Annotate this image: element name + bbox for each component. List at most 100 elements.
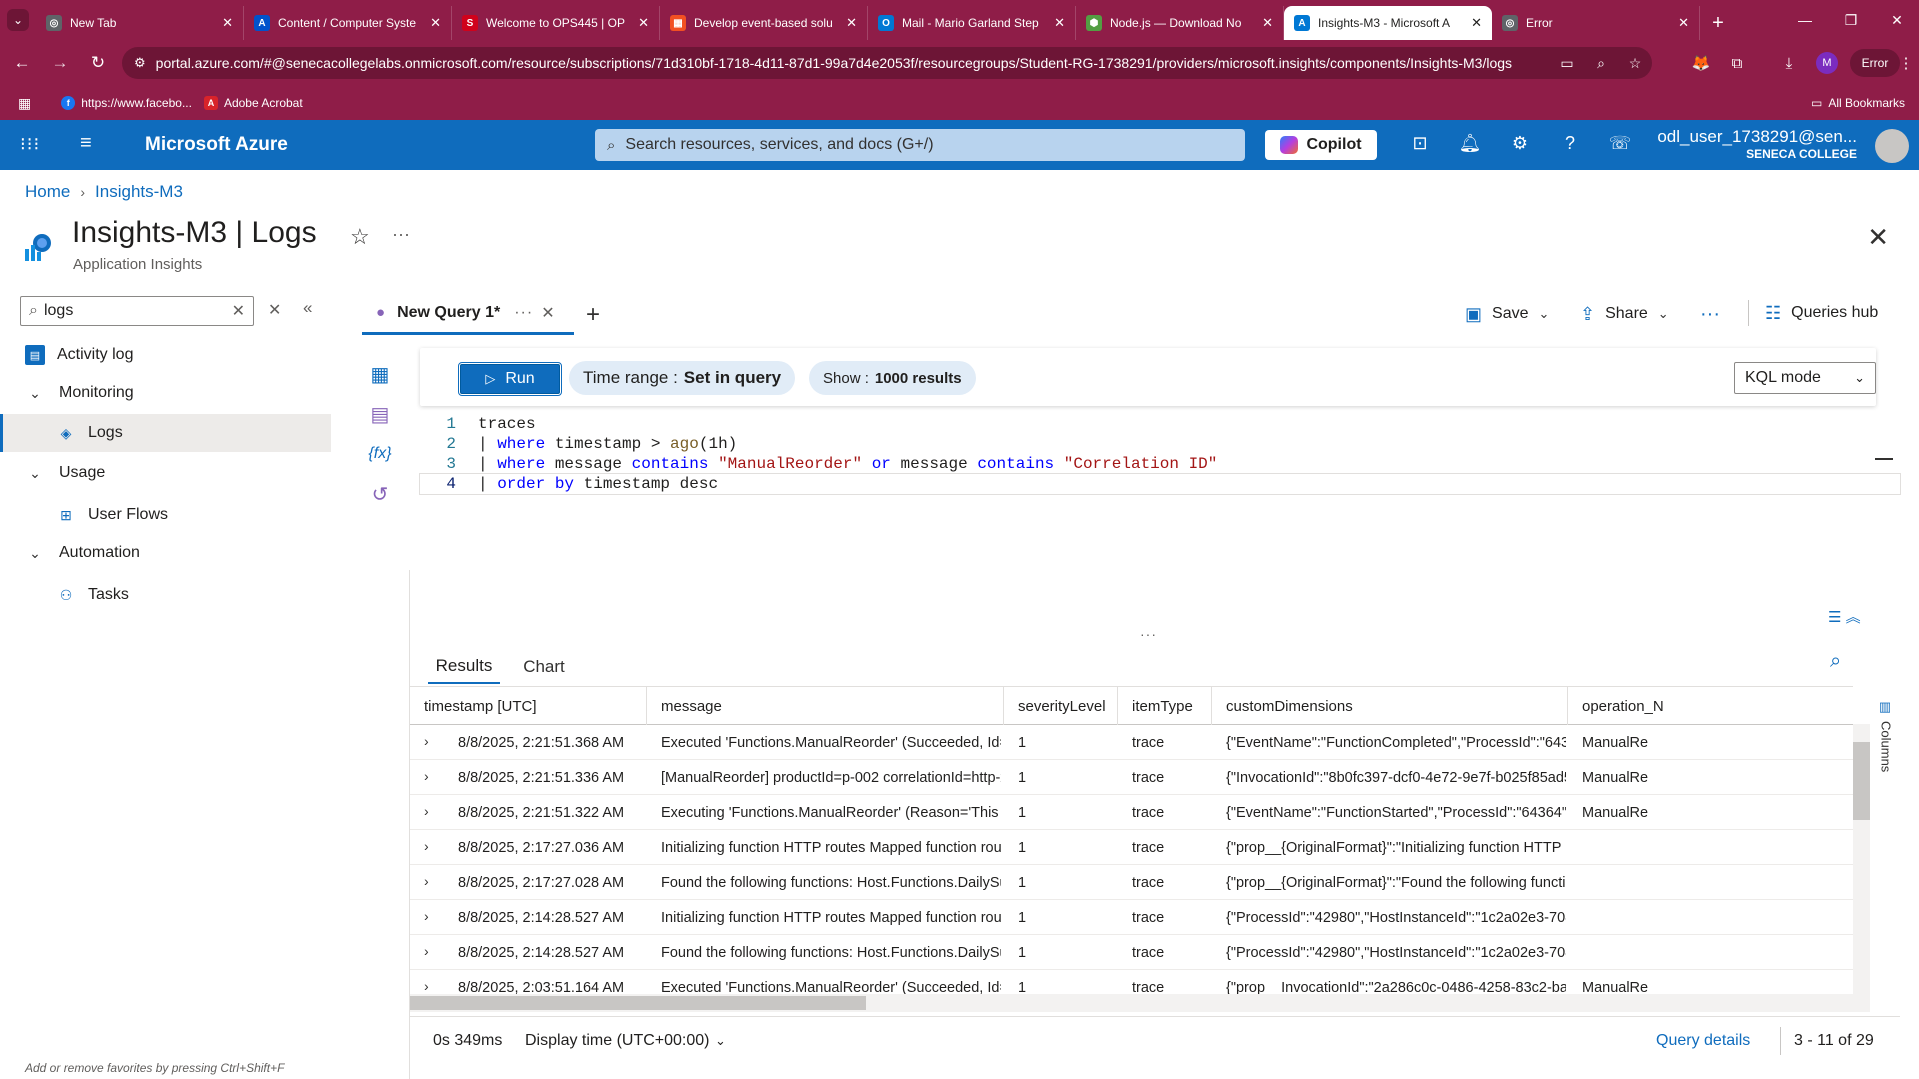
- feedback-icon[interactable]: ☏: [1607, 133, 1633, 154]
- kql-mode-dropdown[interactable]: KQL mode ⌄: [1734, 362, 1876, 394]
- breadcrumb-home[interactable]: Home: [25, 182, 70, 202]
- functions-icon[interactable]: {fx}: [366, 440, 394, 468]
- tab-results[interactable]: Results: [428, 650, 500, 684]
- azure-brand[interactable]: Microsoft Azure: [145, 134, 288, 156]
- notifications-bell-icon[interactable]: 🔔︎: [1457, 133, 1483, 154]
- restore-button[interactable]: ❐: [1829, 0, 1873, 40]
- clear-filter-icon[interactable]: ✕: [232, 301, 245, 321]
- help-icon[interactable]: ?: [1557, 133, 1583, 154]
- browser-tab[interactable]: A Content / Computer Syste ✕: [244, 6, 452, 40]
- sidebar-group-automation[interactable]: ⌄ Automation: [0, 534, 331, 572]
- cloud-shell-icon[interactable]: ⊡: [1407, 133, 1433, 154]
- horizontal-scroll-thumb[interactable]: [410, 996, 866, 1010]
- query-history-icon[interactable]: ↺: [366, 480, 394, 508]
- tables-icon[interactable]: ▦: [366, 360, 394, 388]
- sidebar-item-tasks[interactable]: ⚇ Tasks: [0, 576, 331, 614]
- minimize-button[interactable]: —: [1783, 0, 1827, 40]
- sidebar-group-usage[interactable]: ⌄ Usage: [0, 454, 331, 492]
- save-button[interactable]: ▣ Save ⌄: [1465, 300, 1549, 328]
- table-row[interactable]: › 8/8/2025, 2:17:27.036 AM Initializing fu…: [410, 830, 1853, 865]
- browser-tab[interactable]: S Welcome to OPS445 | OP ✕: [452, 6, 660, 40]
- expand-row-icon[interactable]: ›: [424, 838, 429, 854]
- column-header-message[interactable]: message: [647, 687, 1004, 725]
- close-tab-icon[interactable]: ✕: [1054, 15, 1065, 31]
- downloads-icon[interactable]: ⤓: [1774, 40, 1804, 86]
- nav-filter-input[interactable]: ⌕ logs ✕: [20, 296, 254, 326]
- run-button[interactable]: ▷ Run: [458, 362, 562, 396]
- expand-row-icon[interactable]: ›: [424, 803, 429, 819]
- more-commands-icon[interactable]: ···: [1700, 300, 1720, 328]
- error-chip[interactable]: Error: [1850, 49, 1900, 77]
- browser-tab[interactable]: ▦ Develop event-based solu ✕: [660, 6, 868, 40]
- column-header-timestamp[interactable]: timestamp [UTC]: [410, 687, 647, 725]
- table-row[interactable]: › 8/8/2025, 2:21:51.368 AM Executed 'Funct…: [410, 725, 1853, 760]
- tab-search-button[interactable]: ⌄: [0, 0, 36, 40]
- table-row[interactable]: › 8/8/2025, 2:21:51.336 AM [ManualReorder]…: [410, 760, 1853, 795]
- time-range-picker[interactable]: Time range : Set in query: [569, 361, 796, 395]
- sidebar-item-logs[interactable]: ◈ Logs: [0, 414, 331, 452]
- browser-tab[interactable]: ◎ New Tab ✕: [36, 6, 244, 40]
- expand-row-icon[interactable]: ›: [424, 908, 429, 924]
- site-info-icon[interactable]: ⚙: [134, 55, 146, 71]
- account-menu[interactable]: odl_user_1738291@sen... SENECA COLLEGE: [1657, 127, 1857, 161]
- results-search-icon[interactable]: ⌕: [1830, 650, 1841, 673]
- display-time-dropdown[interactable]: Display time (UTC+00:00): [525, 1032, 710, 1050]
- address-bar[interactable]: ⚙ portal.azure.com/#@senecacollegelabs.o…: [122, 47, 1652, 79]
- close-tab-icon[interactable]: ✕: [1262, 15, 1273, 31]
- column-header-operation[interactable]: operation_N: [1568, 687, 1853, 725]
- sidebar-item-activity-log[interactable]: ▤ Activity log: [0, 336, 331, 374]
- bookmark-star-icon[interactable]: ☆: [1618, 55, 1652, 72]
- close-tab-icon[interactable]: ✕: [222, 15, 233, 31]
- all-bookmarks[interactable]: ▭ All Bookmarks: [1811, 96, 1905, 110]
- close-tab-icon[interactable]: ✕: [430, 15, 441, 31]
- close-tab-icon[interactable]: ✕: [541, 303, 554, 323]
- browser-menu-icon[interactable]: ⋮: [1896, 40, 1916, 86]
- column-header-itemtype[interactable]: itemType: [1118, 687, 1212, 725]
- app-launcher-icon[interactable]: ⁝⁝⁝: [20, 134, 40, 155]
- column-header-customdimensions[interactable]: customDimensions: [1212, 687, 1568, 725]
- expand-row-icon[interactable]: ›: [424, 978, 429, 994]
- more-options-icon[interactable]: ···: [392, 224, 410, 245]
- settings-gear-icon[interactable]: ⚙: [1507, 133, 1533, 154]
- close-tab-icon[interactable]: ✕: [638, 15, 649, 31]
- bookmark-facebook[interactable]: f https://www.facebo...: [61, 96, 192, 110]
- back-button[interactable]: ←: [6, 47, 38, 79]
- close-tab-icon[interactable]: ✕: [846, 15, 857, 31]
- collapse-nav-icon[interactable]: «: [303, 298, 312, 318]
- close-tab-icon[interactable]: ✕: [1678, 15, 1689, 31]
- install-app-icon[interactable]: ▭: [1550, 55, 1584, 72]
- close-window-button[interactable]: ✕: [1875, 0, 1919, 40]
- table-row[interactable]: › 8/8/2025, 2:21:51.322 AM Executing 'Func…: [410, 795, 1853, 830]
- chevron-down-icon[interactable]: ⌄: [715, 1033, 726, 1049]
- browser-tab[interactable]: O Mail - Mario Garland Step ✕: [868, 6, 1076, 40]
- new-tab-button[interactable]: +: [1700, 6, 1736, 40]
- user-avatar[interactable]: [1875, 129, 1909, 163]
- expand-row-icon[interactable]: ›: [424, 768, 429, 784]
- format-and-collapse-icons[interactable]: ☰ ︽: [1828, 606, 1861, 627]
- sidebar-item-user-flows[interactable]: ⊞ User Flows: [0, 496, 331, 534]
- column-header-severity[interactable]: severityLevel: [1004, 687, 1118, 725]
- url-text[interactable]: portal.azure.com/#@senecacollegelabs.onm…: [156, 55, 1550, 71]
- query-details-link[interactable]: Query details: [1656, 1032, 1750, 1050]
- apps-grid-icon[interactable]: ▦: [18, 95, 31, 112]
- table-row[interactable]: › 8/8/2025, 2:14:28.527 AM Found the follo…: [410, 935, 1853, 970]
- forward-button[interactable]: →: [44, 47, 76, 79]
- tab-new-query-1[interactable]: ● New Query 1* ··· ✕: [362, 293, 574, 335]
- sidebar-group-monitoring[interactable]: ⌄ Monitoring: [0, 374, 331, 412]
- nav-filter-value[interactable]: logs: [44, 302, 232, 320]
- profile-avatar[interactable]: M: [1812, 40, 1842, 86]
- query-editor[interactable]: 1 traces 2 | where timestamp > ago(1h) 3…: [419, 414, 1901, 524]
- tab-chart[interactable]: Chart: [515, 650, 573, 684]
- result-limit-picker[interactable]: Show : 1000 results: [809, 361, 976, 395]
- add-query-tab-button[interactable]: +: [586, 301, 600, 329]
- expand-row-icon[interactable]: ›: [424, 873, 429, 889]
- pane-splitter-handle[interactable]: ···: [1140, 626, 1157, 642]
- table-row[interactable]: › 8/8/2025, 2:14:28.527 AM Initializing fu…: [410, 900, 1853, 935]
- extension-icon[interactable]: 🦊: [1686, 40, 1716, 86]
- global-search-input[interactable]: ⌕ Search resources, services, and docs (…: [595, 129, 1245, 161]
- queries-hub-button[interactable]: ☷ Queries hub: [1748, 300, 1878, 326]
- reset-filter-icon[interactable]: ✕: [268, 300, 281, 320]
- breadcrumb-resource[interactable]: Insights-M3: [95, 182, 183, 202]
- close-blade-icon[interactable]: ✕: [1867, 222, 1889, 253]
- queries-icon[interactable]: ▤: [366, 400, 394, 428]
